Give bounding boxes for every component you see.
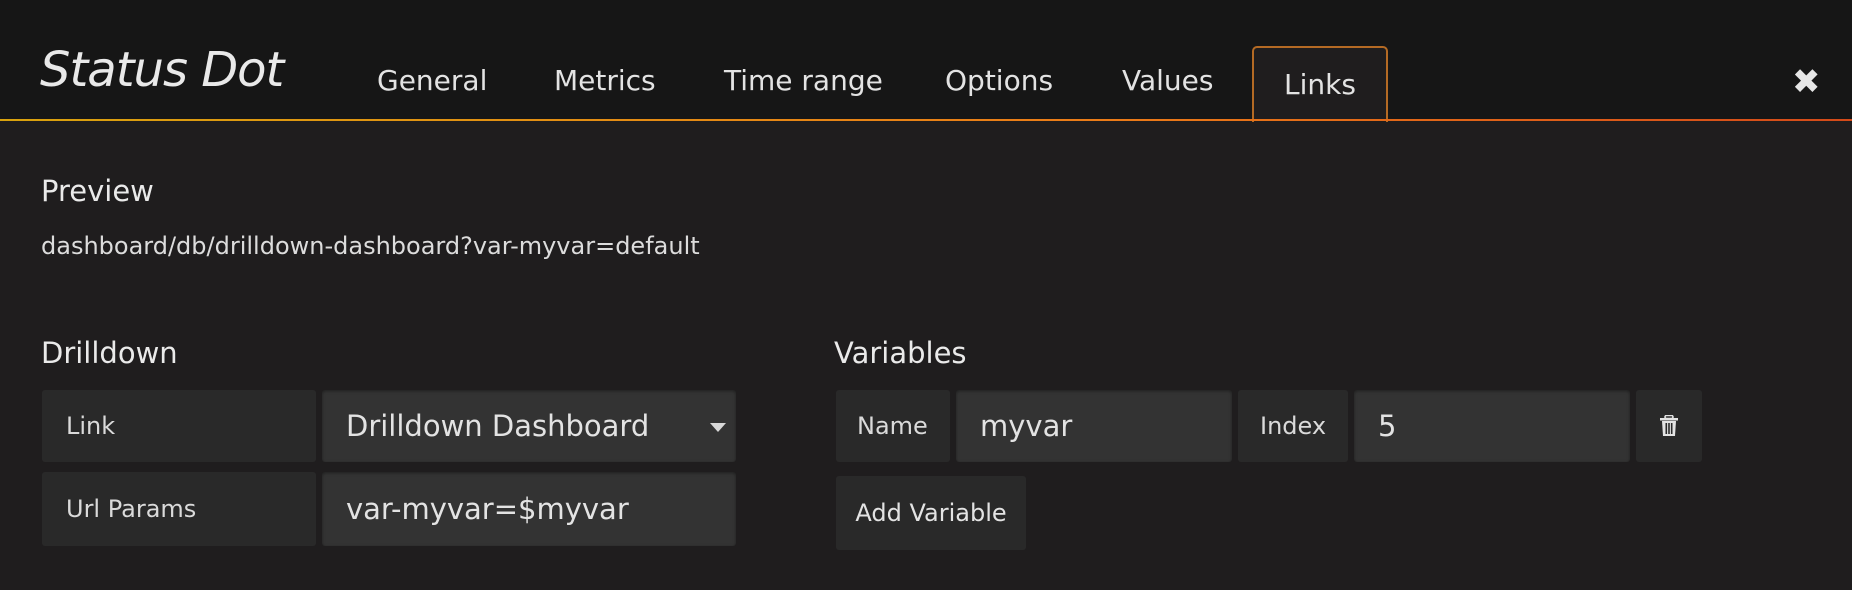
preview-url: dashboard/db/drilldown-dashboard?var-myv… xyxy=(41,232,700,260)
link-label: Link xyxy=(42,390,316,462)
caret-down-icon xyxy=(710,423,726,432)
panel-title: Status Dot xyxy=(40,42,284,98)
variable-index-input[interactable]: 5 xyxy=(1354,390,1630,462)
tab-links[interactable]: Links xyxy=(1252,46,1388,122)
tab-time-range[interactable]: Time range xyxy=(724,64,883,97)
close-icon[interactable]: ✖ xyxy=(1792,62,1821,102)
link-select[interactable]: Drilldown Dashboard xyxy=(322,390,736,462)
tab-values[interactable]: Values xyxy=(1122,64,1213,97)
header-divider xyxy=(0,119,1852,121)
tab-options[interactable]: Options xyxy=(945,64,1053,97)
variable-index-label: Index xyxy=(1238,390,1348,462)
editor-header: Status Dot General Metrics Time range Op… xyxy=(0,0,1852,122)
tab-metrics[interactable]: Metrics xyxy=(554,64,656,97)
url-params-input[interactable]: var-myvar=$myvar xyxy=(322,472,736,546)
add-variable-button[interactable]: Add Variable xyxy=(836,476,1026,550)
preview-heading: Preview xyxy=(41,174,154,208)
delete-variable-button[interactable] xyxy=(1636,390,1702,462)
url-params-label: Url Params xyxy=(42,472,316,546)
link-select-value: Drilldown Dashboard xyxy=(346,409,650,443)
variables-heading: Variables xyxy=(834,336,967,370)
trash-icon xyxy=(1660,415,1678,436)
drilldown-heading: Drilldown xyxy=(41,336,178,370)
variable-name-input[interactable]: myvar xyxy=(956,390,1232,462)
variable-name-label: Name xyxy=(836,390,950,462)
tab-general[interactable]: General xyxy=(377,64,487,97)
